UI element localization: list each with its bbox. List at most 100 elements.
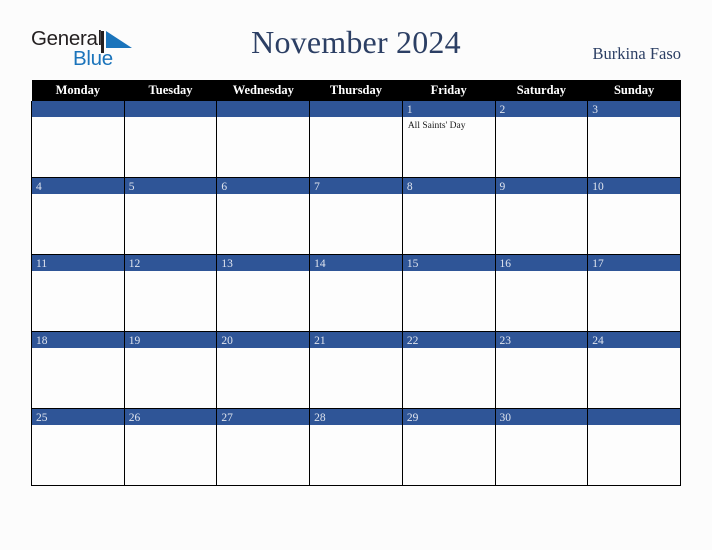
calendar-day-cell[interactable]: 1 All Saints' Day <box>401 101 496 178</box>
calendar-day-cell[interactable]: 21 <box>309 331 403 409</box>
day-cell-content: 25 <box>32 409 124 485</box>
calendar-day-cell[interactable]: 23 <box>494 331 589 409</box>
day-number-band: 3 <box>588 101 680 117</box>
day-cell-content <box>588 409 680 485</box>
day-cell-content: 16 <box>495 255 588 331</box>
day-cell-content: 30 <box>495 409 588 485</box>
day-number-band: 27 <box>217 409 310 425</box>
day-events <box>217 348 309 351</box>
day-cell-content: 15 <box>402 255 495 331</box>
day-number-band <box>124 101 217 117</box>
day-number: 21 <box>314 335 326 347</box>
day-cell-content: 6 <box>217 178 310 254</box>
calendar-day-cell[interactable] <box>123 101 218 178</box>
day-cell-content: 2 <box>495 101 588 177</box>
weekday-header-thursday: Thursday <box>309 80 403 101</box>
calendar-day-cell[interactable]: 11 <box>31 254 125 332</box>
day-events <box>588 271 680 274</box>
calendar-day-cell[interactable]: 2 <box>494 101 589 178</box>
day-events <box>310 348 402 351</box>
day-number-band: 16 <box>495 255 588 271</box>
calendar-day-cell[interactable]: 25 <box>31 408 125 486</box>
calendar-day-cell[interactable] <box>216 101 311 178</box>
day-events <box>32 117 124 120</box>
day-number: 18 <box>36 335 48 347</box>
calendar-week-row: 11 12 13 14 15 16 17 <box>31 254 681 332</box>
calendar-day-cell[interactable]: 15 <box>401 254 496 332</box>
day-number-band <box>217 101 310 117</box>
day-number-band: 1 <box>402 101 495 117</box>
day-number-band: 5 <box>124 178 217 194</box>
calendar-day-cell[interactable]: 29 <box>401 408 496 486</box>
day-cell-content: 23 <box>495 332 588 408</box>
calendar-day-cell[interactable]: 28 <box>309 408 403 486</box>
calendar-day-cell[interactable]: 18 <box>31 331 125 409</box>
day-events <box>588 425 680 428</box>
day-number-band: 23 <box>495 332 588 348</box>
day-cell-content <box>217 101 310 177</box>
calendar-day-cell[interactable] <box>587 408 681 486</box>
day-number-band <box>310 101 402 117</box>
day-number-band: 26 <box>124 409 217 425</box>
calendar-day-cell[interactable]: 16 <box>494 254 589 332</box>
day-events <box>403 348 495 351</box>
day-number-band: 20 <box>217 332 310 348</box>
day-number-band: 11 <box>32 255 124 271</box>
day-number-band: 2 <box>495 101 588 117</box>
day-number: 13 <box>221 258 233 270</box>
day-cell-content: 3 <box>588 101 680 177</box>
day-number-band: 13 <box>217 255 310 271</box>
calendar-day-cell[interactable]: 10 <box>587 177 681 255</box>
calendar-day-cell[interactable]: 3 <box>587 101 681 178</box>
day-number: 30 <box>499 412 512 424</box>
day-events <box>125 194 217 197</box>
day-number: 15 <box>406 258 419 270</box>
calendar-day-cell[interactable]: 12 <box>123 254 218 332</box>
calendar-day-cell[interactable]: 9 <box>494 177 589 255</box>
calendar-week-row: 1 All Saints' Day 2 3 <box>31 101 681 178</box>
calendar-day-cell[interactable]: 22 <box>401 331 496 409</box>
day-number-band: 9 <box>495 178 588 194</box>
calendar-day-cell[interactable] <box>31 101 125 178</box>
day-number-band: 19 <box>124 332 217 348</box>
day-number: 24 <box>592 335 604 347</box>
day-cell-content: 29 <box>402 409 495 485</box>
day-number: 4 <box>36 181 42 193</box>
day-events <box>310 425 402 428</box>
day-number: 1 <box>406 104 413 116</box>
calendar-day-cell[interactable]: 13 <box>216 254 311 332</box>
calendar-day-cell[interactable]: 27 <box>216 408 311 486</box>
calendar-day-cell[interactable]: 24 <box>587 331 681 409</box>
day-cell-content: 18 <box>32 332 124 408</box>
day-number-band: 22 <box>402 332 495 348</box>
calendar-day-cell[interactable] <box>309 101 403 178</box>
calendar-day-cell[interactable]: 8 <box>401 177 496 255</box>
calendar-day-cell[interactable]: 6 <box>216 177 311 255</box>
day-events <box>496 194 588 197</box>
day-events <box>32 348 124 351</box>
calendar-day-cell[interactable]: 4 <box>31 177 125 255</box>
calendar-day-cell[interactable]: 14 <box>309 254 403 332</box>
day-events <box>310 117 402 120</box>
calendar-day-cell[interactable]: 26 <box>123 408 218 486</box>
day-events <box>496 348 588 351</box>
calendar-day-cell[interactable]: 20 <box>216 331 311 409</box>
day-number-band: 4 <box>32 178 124 194</box>
day-cell-content: 5 <box>124 178 217 254</box>
day-number: 9 <box>499 181 506 193</box>
day-events <box>32 194 124 197</box>
day-events <box>310 271 402 274</box>
calendar-day-cell[interactable]: 17 <box>587 254 681 332</box>
calendar-day-cell[interactable]: 5 <box>123 177 218 255</box>
calendar-day-cell[interactable]: 19 <box>123 331 218 409</box>
day-number-band: 7 <box>310 178 402 194</box>
page-header: General Blue November 2024 Burkina Faso <box>0 0 712 78</box>
day-number-band: 12 <box>124 255 217 271</box>
day-events <box>588 117 680 120</box>
calendar-day-cell[interactable]: 30 <box>494 408 589 486</box>
day-events <box>403 425 495 428</box>
day-number: 2 <box>499 104 506 116</box>
day-cell-content: 19 <box>124 332 217 408</box>
calendar-week-row: 25 26 27 28 29 30 <box>31 408 681 486</box>
calendar-day-cell[interactable]: 7 <box>309 177 403 255</box>
